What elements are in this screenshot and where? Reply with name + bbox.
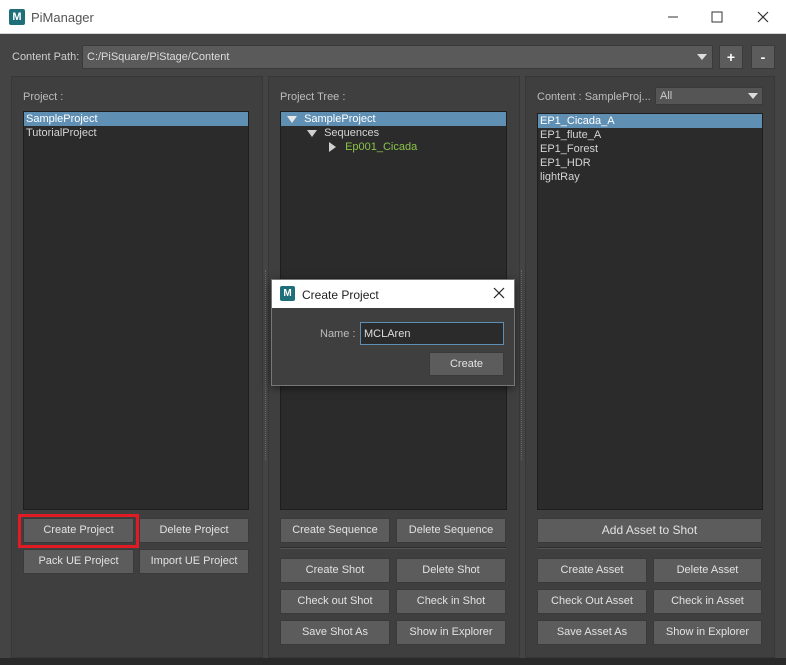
content-filter-dropdown-button[interactable]	[744, 88, 762, 104]
content-path-dropdown-button[interactable]	[692, 46, 712, 68]
content-item-ep1-flute-a[interactable]: EP1_flute_A	[538, 128, 762, 142]
splitter-handle[interactable]	[265, 270, 266, 460]
create-sequence-button[interactable]: Create Sequence	[280, 518, 390, 543]
project-name-input[interactable]	[360, 322, 504, 345]
create-shot-button[interactable]: Create Shot	[280, 558, 390, 583]
save-shot-as-button[interactable]: Save Shot As	[280, 620, 390, 645]
minimize-icon	[668, 16, 678, 18]
content-item-ep1-forest[interactable]: EP1_Forest	[538, 142, 762, 156]
delete-project-button[interactable]: Delete Project	[139, 518, 249, 543]
add-asset-to-shot-button[interactable]: Add Asset to Shot	[537, 518, 762, 543]
highlight-box	[18, 514, 139, 548]
check-out-asset-button[interactable]: Check Out Asset	[537, 589, 647, 614]
remove-path-button[interactable]: -	[751, 45, 775, 69]
save-asset-as-button[interactable]: Save Asset As	[537, 620, 647, 645]
content-panel-label: Content : SampleProj...	[537, 91, 651, 103]
name-label: Name :	[320, 328, 356, 340]
tree-ep001-label: Ep001_Cicada	[345, 141, 418, 153]
add-path-button[interactable]: +	[719, 45, 743, 69]
show-in-explorer-shot-button[interactable]: Show in Explorer	[396, 620, 506, 645]
content-item-ep1-hdr[interactable]: EP1_HDR	[538, 156, 762, 170]
expanded-arrow-icon[interactable]	[307, 129, 317, 137]
create-asset-button[interactable]: Create Asset	[537, 558, 647, 583]
minimize-button[interactable]	[650, 0, 696, 34]
window-title: PiManager	[31, 10, 94, 25]
collapsed-arrow-icon[interactable]	[329, 142, 336, 153]
content-filter-value: All	[660, 90, 673, 102]
project-list[interactable]: SampleProject TutorialProject	[23, 111, 249, 510]
check-in-shot-button[interactable]: Check in Shot	[396, 589, 506, 614]
content-path-combo[interactable]: C:/PiSquare/PiStage/Content	[82, 45, 713, 69]
close-icon	[757, 11, 769, 23]
chevron-down-icon	[748, 93, 758, 99]
dialog-title: Create Project	[302, 288, 379, 302]
divider	[280, 547, 506, 549]
tree-item-ep001-cicada[interactable]: Ep001_Cicada	[281, 140, 506, 154]
content-filter-combo[interactable]: All	[655, 87, 763, 105]
delete-shot-button[interactable]: Delete Shot	[396, 558, 506, 583]
dialog-title-bar: M Create Project	[272, 280, 514, 308]
tree-root-label: SampleProject	[304, 113, 376, 125]
splitter-handle[interactable]	[521, 270, 522, 460]
check-in-asset-button[interactable]: Check in Asset	[653, 589, 762, 614]
app-logo-icon: M	[9, 9, 25, 25]
check-out-shot-button[interactable]: Check out Shot	[280, 589, 390, 614]
content-path-label: Content Path:	[12, 51, 80, 63]
maximize-button[interactable]	[694, 0, 740, 34]
content-list[interactable]: EP1_Cicada_A EP1_flute_A EP1_Forest EP1_…	[537, 113, 763, 510]
pack-ue-project-button[interactable]: Pack UE Project	[23, 549, 134, 574]
tree-sequences-label: Sequences	[324, 127, 380, 139]
delete-asset-button[interactable]: Delete Asset	[653, 558, 762, 583]
close-icon	[493, 287, 505, 299]
create-project-dialog: M Create Project Name : Create	[271, 279, 515, 386]
show-in-explorer-asset-button[interactable]: Show in Explorer	[653, 620, 762, 645]
project-panel-label: Project :	[23, 91, 64, 103]
maximize-icon	[711, 11, 723, 23]
delete-sequence-button[interactable]: Delete Sequence	[396, 518, 506, 543]
project-item-sampleproject[interactable]: SampleProject	[24, 112, 248, 126]
expanded-arrow-icon[interactable]	[287, 115, 297, 123]
divider	[537, 547, 762, 549]
project-item-tutorialproject[interactable]: TutorialProject	[24, 126, 248, 140]
tree-item-root[interactable]: SampleProject	[281, 112, 506, 126]
content-path-value: C:/PiSquare/PiStage/Content	[87, 51, 230, 63]
import-ue-project-button[interactable]: Import UE Project	[139, 549, 249, 574]
close-button[interactable]	[740, 0, 786, 34]
title-bar: M PiManager	[0, 0, 786, 34]
tree-item-sequences[interactable]: Sequences	[281, 126, 506, 140]
content-item-ep1-cicada-a[interactable]: EP1_Cicada_A	[538, 114, 762, 128]
dialog-close-button[interactable]	[492, 286, 506, 300]
create-button[interactable]: Create	[429, 352, 504, 376]
content-item-lightray[interactable]: lightRay	[538, 170, 762, 184]
bottom-strip	[0, 658, 786, 665]
project-tree-label: Project Tree :	[280, 91, 346, 103]
app-logo-icon: M	[280, 286, 295, 301]
chevron-down-icon	[697, 54, 707, 60]
